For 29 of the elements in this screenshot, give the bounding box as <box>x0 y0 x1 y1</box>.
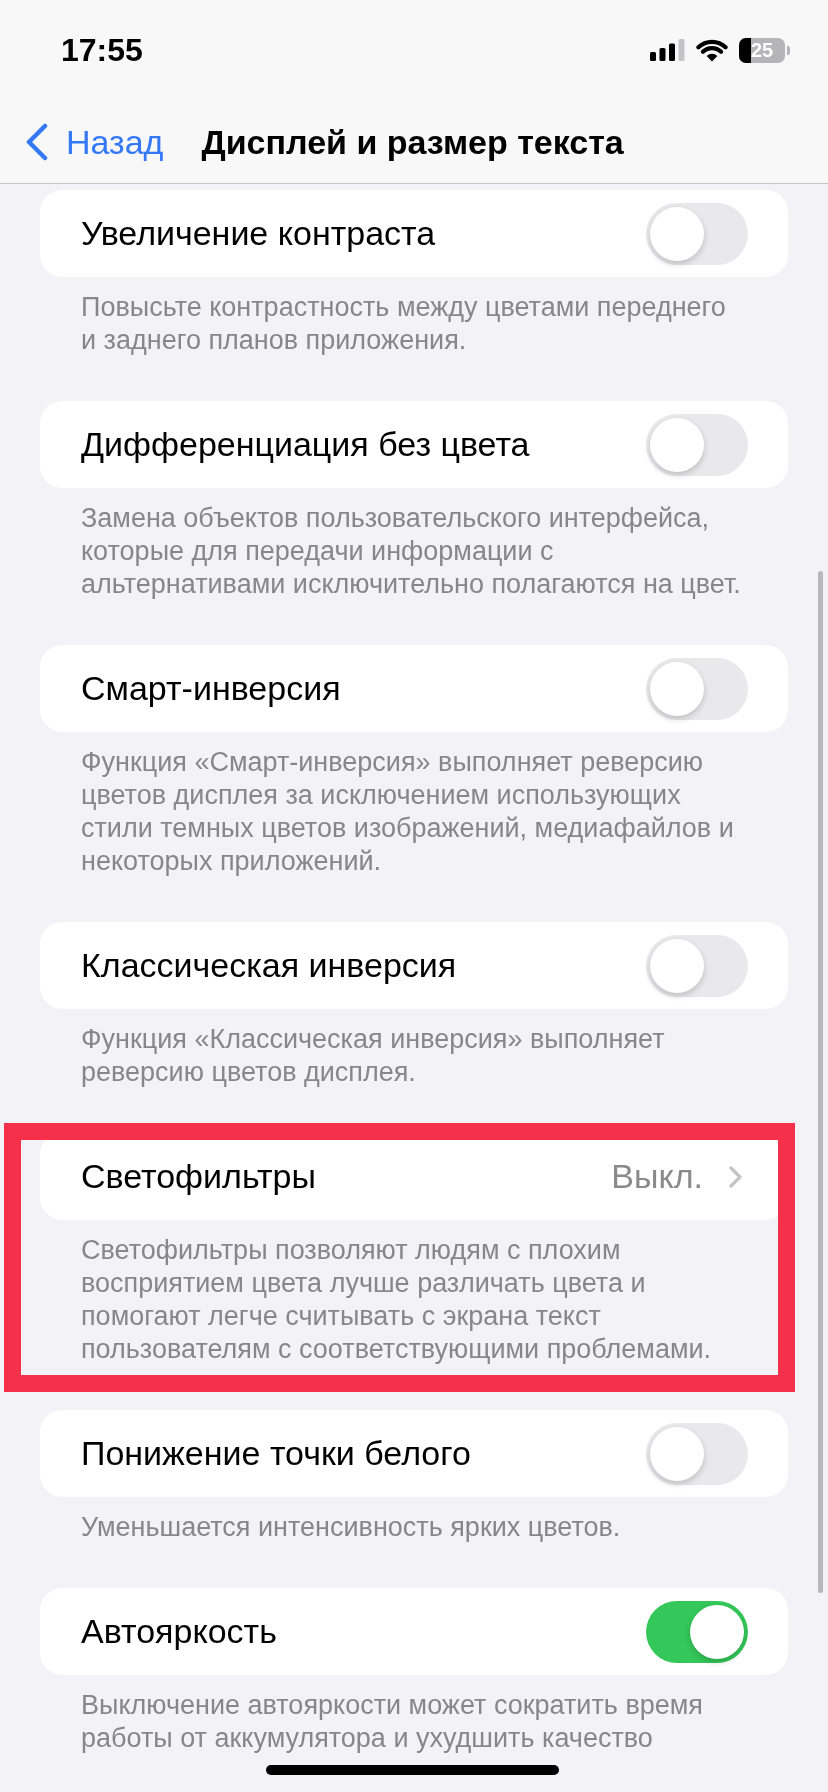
footer-note: Выключение автояркости может сократить время работы от аккумулятора и ухудшить качество <box>80 1689 704 1755</box>
row-label: Классическая инверсия <box>81 945 457 986</box>
toggle-switch[interactable] <box>646 934 748 997</box>
row-label: Увеличение контраста <box>81 213 436 254</box>
footer-note: Уменьшается интенсивность ярких цветов. <box>80 1511 622 1544</box>
toggle-switch[interactable] <box>646 657 748 720</box>
toggle-switch[interactable] <box>646 1600 748 1663</box>
row-label: Автояркость <box>81 1611 277 1652</box>
footer-note: Светофильтры позволяют людям с плохим восприятием цвета лучше различать цвета и помогают легче считывать с экрана текст пользователям с соответствующими проблемами. <box>80 1234 713 1366</box>
row-value: Выкл. <box>611 1156 703 1197</box>
status-time: 17:55 <box>61 34 143 66</box>
battery-percentage: 25 <box>750 40 774 60</box>
chevron-right-icon <box>729 1165 742 1188</box>
toggle-switch[interactable] <box>646 202 748 265</box>
signal-bars-icon <box>650 39 685 61</box>
footer-note: Функция «Классическая инверсия» выполняет реверсию цветов дисплея. <box>80 1023 666 1089</box>
footer-note: Замена объектов пользовательского интерфейса, которые для передачи информации с альтернативами исключительно полагаются на цвет. <box>80 502 742 601</box>
wifi-icon <box>696 38 728 62</box>
toggle-switch[interactable] <box>646 413 748 476</box>
back-button[interactable]: Назад <box>25 122 164 161</box>
toggle-switch[interactable] <box>646 1422 748 1485</box>
row-label: Дифференциация без цвета <box>81 424 530 465</box>
footer-note: Повысьте контрастность между цветами переднего и заднего планов приложения. <box>80 291 727 357</box>
row-label: Светофильтры <box>81 1156 316 1197</box>
row-label: Понижение точки белого <box>81 1433 471 1474</box>
page-title: Дисплей и размер текста <box>201 124 624 159</box>
chevron-left-icon <box>25 122 49 161</box>
row-label: Смарт-инверсия <box>81 668 341 709</box>
footer-note: Функция «Смарт-инверсия» выполняет реверсию цветов дисплея за исключением использующих стили темных цветов изображений, медиафайлов и некоторых приложений. <box>80 746 735 878</box>
